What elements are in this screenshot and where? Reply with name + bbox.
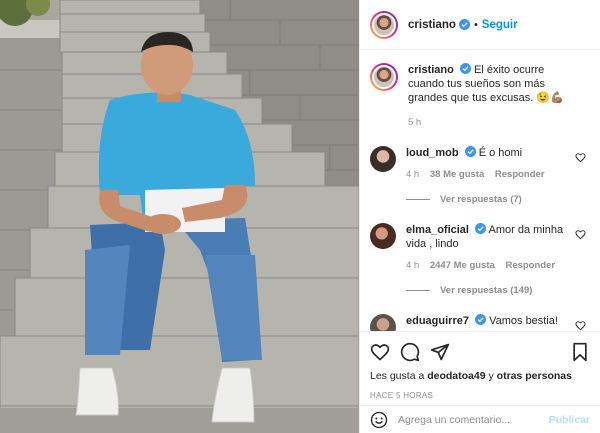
verified-badge-icon <box>475 223 487 234</box>
comment-username[interactable]: loud_mob <box>406 147 459 159</box>
post-photo <box>0 0 359 433</box>
comment-avatar[interactable] <box>370 146 396 172</box>
likes-user[interactable]: deodatoa49 <box>427 370 485 382</box>
author-avatar[interactable] <box>370 10 398 39</box>
comment-username[interactable]: eduaguirre7 <box>406 315 469 327</box>
action-bar <box>370 340 590 364</box>
comment-time[interactable]: 4 h <box>406 169 419 180</box>
emoji-icon[interactable] <box>370 411 388 429</box>
comment-meta: 4 h 38 Me gusta Responder <box>406 169 574 180</box>
publish-button[interactable]: Publicar <box>549 414 590 426</box>
caption-text: cristiano El éxito ocurre cuando tus sue… <box>408 63 574 105</box>
bookmark-icon[interactable] <box>570 342 590 362</box>
comment-item: elma_oficial Amor da minha vida , lindo … <box>370 223 590 271</box>
caption-username[interactable]: cristiano <box>408 64 454 76</box>
view-replies-button[interactable]: Ver respuestas (149) <box>406 285 590 296</box>
reply-button[interactable]: Responder <box>505 260 555 271</box>
post-details-panel: cristiano • Seguir cristiano El éxito oc… <box>359 0 600 433</box>
verified-badge-icon <box>464 146 476 157</box>
follow-button[interactable]: Seguir <box>482 19 518 31</box>
view-replies-label: Ver respuestas (149) <box>440 285 533 296</box>
post-actions: Les gusta a deodatoa49 y otras personas … <box>360 331 600 400</box>
heart-icon[interactable] <box>575 320 586 331</box>
comment-item: eduaguirre7 Vamos bestia! <box>370 314 590 331</box>
heart-icon[interactable] <box>575 152 586 163</box>
author-username[interactable]: cristiano <box>408 19 456 31</box>
post-timestamp[interactable]: HACE 5 HORAS <box>370 391 590 400</box>
comment-input[interactable] <box>398 413 549 426</box>
like-heart-icon[interactable] <box>370 342 390 362</box>
view-replies-button[interactable]: Ver respuestas (7) <box>406 194 590 205</box>
comment-time[interactable]: 4 h <box>406 260 419 271</box>
comment-text: elma_oficial Amor da minha vida , lindo <box>406 223 574 251</box>
comment-text: eduaguirre7 Vamos bestia! <box>406 314 574 328</box>
post-photo-illustration <box>0 0 359 433</box>
likes-prefix: Les gusta a <box>370 370 428 382</box>
comment-text: loud_mob É o homi <box>406 146 574 160</box>
caption: cristiano El éxito ocurre cuando tus sue… <box>370 63 590 128</box>
comment-avatar[interactable] <box>370 314 396 331</box>
verified-badge-icon <box>458 19 470 30</box>
likes-connector: y <box>485 370 497 382</box>
verified-badge-icon <box>475 314 487 325</box>
view-replies-label: Ver respuestas (7) <box>440 194 522 205</box>
share-icon[interactable] <box>430 342 450 362</box>
caption-meta: 5 h <box>408 117 574 128</box>
comment-meta: 4 h 2447 Me gusta Responder <box>406 260 574 271</box>
comment-body: É o homi <box>478 147 523 159</box>
caption-time[interactable]: 5 h <box>408 117 421 128</box>
comment-username[interactable]: elma_oficial <box>406 224 469 236</box>
comment-icon[interactable] <box>400 342 420 362</box>
comment-likes[interactable]: 2447 Me gusta <box>430 260 495 271</box>
header-separator: • <box>473 18 478 31</box>
likes-summary: Les gusta a deodatoa49 y otras personas <box>370 370 590 382</box>
comment-avatar[interactable] <box>370 223 396 249</box>
heart-icon[interactable] <box>575 229 586 240</box>
likes-others[interactable]: otras personas <box>497 370 572 382</box>
comment-likes[interactable]: 38 Me gusta <box>430 169 484 180</box>
caption-avatar[interactable] <box>370 63 398 91</box>
comments-list[interactable]: cristiano El éxito ocurre cuando tus sue… <box>360 51 600 331</box>
post-header: cristiano • Seguir <box>360 0 600 50</box>
verified-badge-icon <box>459 63 471 74</box>
comment-item: loud_mob É o homi 4 h 38 Me gusta Respon… <box>370 146 590 180</box>
reply-button[interactable]: Responder <box>495 169 545 180</box>
add-comment-bar: Publicar <box>360 405 600 433</box>
comment-body: Vamos bestia! <box>489 315 558 327</box>
